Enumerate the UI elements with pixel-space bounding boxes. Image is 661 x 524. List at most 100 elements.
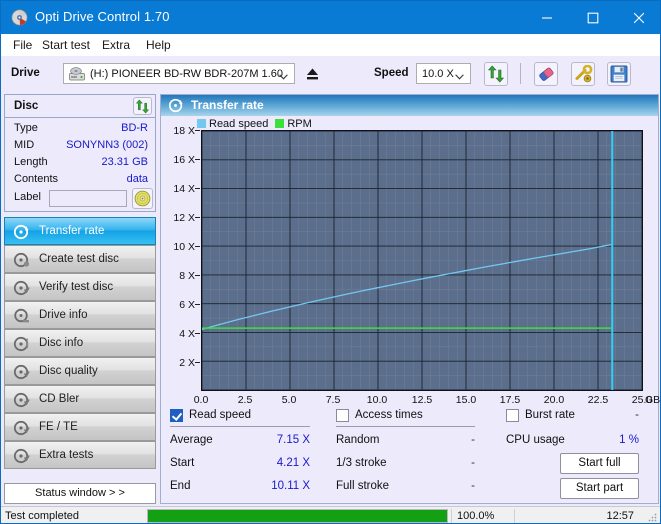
disc-drive-icon [14,308,30,324]
sidebar-item-label: Disc info [39,337,83,349]
disc-write-icon [14,252,30,268]
disc-label-input[interactable] [49,190,127,207]
x-tick-label: 10.0 [357,394,397,406]
read-speed-checkbox[interactable] [170,409,183,422]
speed-value: 10.0 X [422,68,454,80]
status-window-button[interactable]: Status window > > [4,483,156,504]
sidebar-item-label: Create test disc [39,253,119,265]
disc-info-icon [14,336,30,352]
disc-test-icon [14,224,30,240]
disc-row-length: Length 23.31 GB [5,155,155,172]
drive-device-icon [69,67,85,81]
sidebar-item-extra-tests[interactable]: Extra tests [4,441,156,469]
disc-row-key: Type [14,122,38,134]
menu-item-file[interactable]: File [8,37,37,53]
x-tick-label: 22.5 [578,394,618,406]
stat-value-random: - [415,434,475,446]
y-tick-label: 6 X [161,299,195,311]
sidebar-item-label: Extra tests [39,449,93,461]
y-tick-label: 4 X [161,328,195,340]
stat-value-start: 4.21 X [240,457,310,469]
sidebar-item-label: Disc quality [39,365,98,377]
sidebar-item-transfer-rate[interactable]: Transfer rate [4,217,156,245]
stat-key-random: Random [336,434,379,446]
y-tick-label: 12 X [161,212,195,224]
burst-rate-checkbox-label: Burst rate [525,409,575,421]
drive-select[interactable]: (H:) PIONEER BD-RW BDR-207M 1.60 [63,63,295,84]
stat-value-end: 10.11 X [240,480,310,492]
sidebar-item-cd-bler[interactable]: CD Bler [4,385,156,413]
resize-grip-icon[interactable] [647,512,657,522]
app-disc-icon [11,9,28,26]
disc-row-key: Length [14,156,48,168]
minimize-button[interactable] [524,1,570,34]
maximize-button[interactable] [570,1,616,34]
divider [170,426,310,427]
transfer-rate-icon [169,98,184,113]
speed-label: Speed [374,67,409,79]
disc-row-value: BD-R [121,122,148,134]
drive-tools-button[interactable] [571,62,595,86]
x-tick-label: 12.5 [402,394,442,406]
disc-row-label: Label [5,190,155,207]
toolbar-divider [520,63,521,84]
y-tick-label: 2 X [161,357,195,369]
read-speed-checkbox-label: Read speed [189,409,251,421]
erase-disc-button[interactable] [534,62,558,86]
eject-button[interactable] [300,62,325,87]
clock-label: 12:57 [606,510,634,522]
sidebar-item-disc-quality[interactable]: Disc quality [4,357,156,385]
status-message: Test completed [5,510,79,522]
progress-bar [147,509,448,523]
disc-bler-icon [14,392,30,408]
menu-bar: File Start test Extra Help [1,34,661,56]
disc-row-type: Type BD-R [5,121,155,138]
disc-verify-icon [14,280,30,296]
disc-row-key: MID [14,139,34,151]
menu-item-start-test[interactable]: Start test [37,37,95,53]
stat-key-average: Average [170,434,213,446]
x-tick-label: 17.5 [490,394,530,406]
menu-item-help[interactable]: Help [141,37,176,53]
y-tick-label: 10 X [161,241,195,253]
start-full-button[interactable]: Start full [560,453,639,474]
panel-title: Transfer rate [191,98,264,112]
sidebar-item-label: FE / TE [39,421,78,433]
x-tick-label: 15.0 [446,394,486,406]
chevron-down-icon [279,71,288,77]
save-button[interactable] [607,62,631,86]
cd-disc-icon-button[interactable] [132,188,153,209]
chart-legend: Read speedRPM [197,118,319,130]
sidebar-item-label: CD Bler [39,393,79,405]
sidebar-item-verify-test-disc[interactable]: Verify test disc [4,273,156,301]
stats-panel: Read speed Average 7.15 X Start 4.21 X E… [161,407,658,503]
sidebar-item-disc-info[interactable]: Disc info [4,329,156,357]
refresh-disc-button[interactable] [133,97,152,115]
burst-rate-checkbox[interactable] [506,409,519,422]
transfer-rate-chart: Read speedRPM 18 X 16 X 14 X 12 X 10 X 8… [161,116,658,407]
close-button[interactable] [616,1,661,34]
y-tick-label: 16 X [161,154,195,166]
access-times-checkbox[interactable] [336,409,349,422]
sidebar-item-drive-info[interactable]: Drive info [4,301,156,329]
disc-panel-title: Disc [14,100,38,112]
sidebar-item-label: Verify test disc [39,281,113,293]
y-tick-label: 14 X [161,183,195,195]
stat-key-third-stroke: 1/3 stroke [336,457,387,469]
panel-header: Transfer rate [161,95,658,116]
access-times-checkbox-label: Access times [355,409,423,421]
stat-key-full-stroke: Full stroke [336,480,389,492]
refresh-drive-button[interactable] [484,62,508,86]
sidebar-item-fe-te[interactable]: FE / TE [4,413,156,441]
stat-value-average: 7.15 X [240,434,310,446]
menu-item-extra[interactable]: Extra [97,37,135,53]
x-tick-label: 2.5 [225,394,265,406]
speed-select[interactable]: 10.0 X [416,63,471,84]
x-axis-unit: GB [645,394,660,406]
start-part-button[interactable]: Start part [560,478,639,499]
plot-svg [202,131,642,390]
sidebar-item-create-test-disc[interactable]: Create test disc [4,245,156,273]
disc-quality-icon [14,364,30,380]
y-tick-label: 8 X [161,270,195,282]
disc-panel-header: Disc [5,95,155,118]
